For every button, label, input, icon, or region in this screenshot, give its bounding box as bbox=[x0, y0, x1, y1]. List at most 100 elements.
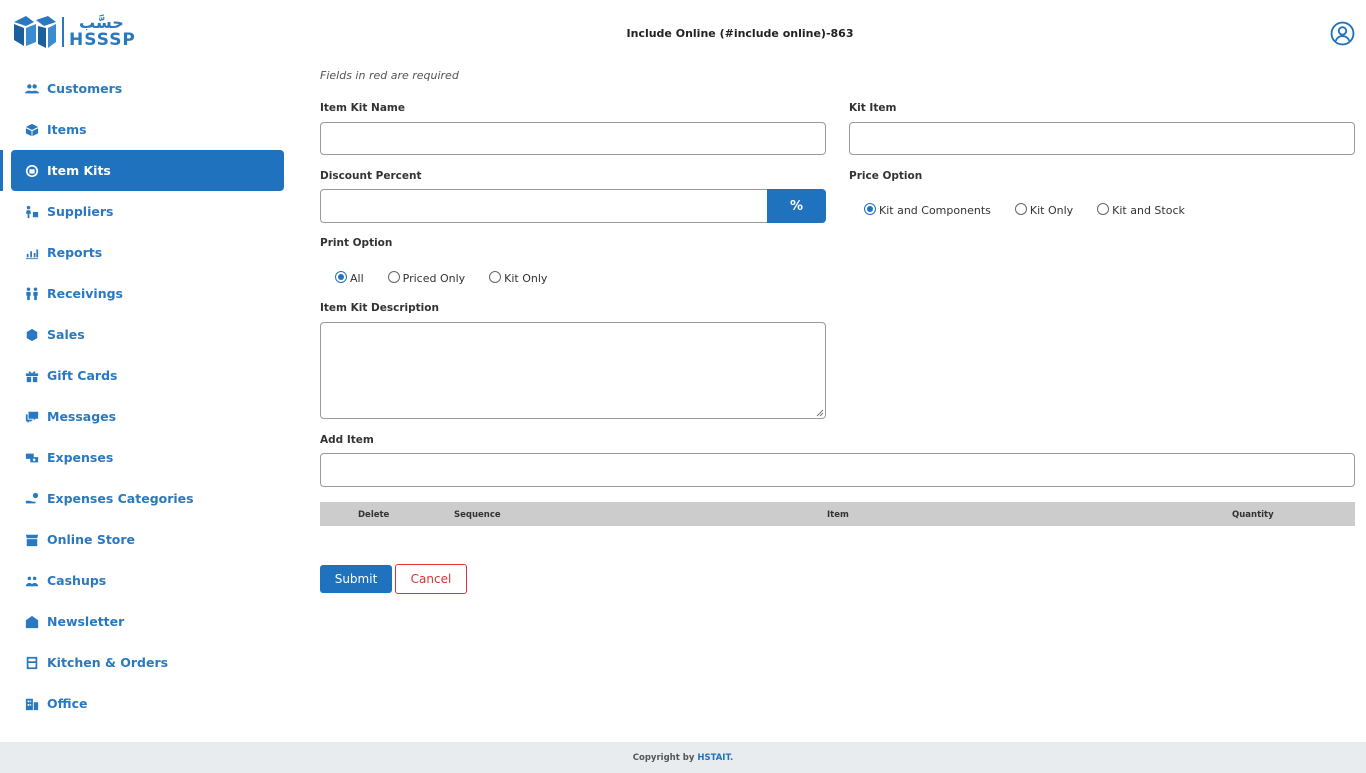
radio-button[interactable] bbox=[1097, 202, 1110, 215]
cancel-button[interactable]: Cancel bbox=[395, 564, 467, 594]
radio-button[interactable] bbox=[387, 270, 400, 283]
print-option-priced-only[interactable]: Priced Only bbox=[387, 270, 466, 285]
sidebar-item-gift-cards[interactable]: Gift Cards bbox=[0, 355, 290, 396]
chart-icon bbox=[25, 246, 39, 260]
sidebar-item-label: Kitchen & Orders bbox=[47, 655, 169, 670]
radio-label: Priced Only bbox=[402, 272, 466, 285]
supplier-icon bbox=[25, 205, 39, 219]
sidebar-item-label: Online Store bbox=[47, 532, 136, 547]
footer-copyright-text: Copyright by bbox=[632, 752, 695, 763]
radio-button[interactable] bbox=[335, 270, 347, 283]
print-option-label: Print Option bbox=[320, 237, 393, 249]
sidebar-item-item-kits[interactable]: Item Kits bbox=[0, 150, 284, 191]
active-indicator bbox=[0, 150, 3, 191]
radio-label: All bbox=[350, 272, 364, 285]
logo-separator bbox=[62, 17, 64, 47]
column-header-sequence: Sequence bbox=[454, 510, 501, 520]
logo-english: HSSSP bbox=[69, 30, 136, 50]
footer-brand-link[interactable]: HSTAIT. bbox=[697, 753, 733, 763]
discount-percent-input[interactable] bbox=[321, 190, 767, 222]
user-account-icon[interactable] bbox=[1330, 21, 1355, 46]
sidebar-item-label: Sales bbox=[47, 327, 85, 342]
required-hint: Fields in red are required bbox=[320, 69, 459, 82]
logo[interactable]: حسَّب HSSSP bbox=[12, 12, 142, 52]
sidebar-item-label: Reports bbox=[47, 245, 103, 260]
logo-arabic: حسَّب bbox=[79, 13, 124, 32]
column-header-delete: Delete bbox=[358, 510, 390, 520]
sidebar-item-label: Expenses bbox=[47, 450, 114, 465]
add-item-input[interactable] bbox=[321, 454, 1354, 486]
sidebar-item-sales[interactable]: Sales bbox=[0, 314, 290, 355]
price-option-kit-and-components[interactable]: Kit and Components bbox=[864, 202, 991, 217]
logo-mark-icon bbox=[14, 16, 56, 48]
price-option-kit-only[interactable]: Kit Only bbox=[1014, 202, 1074, 217]
radio-label: Kit Only bbox=[504, 272, 548, 285]
sidebar-item-kitchen-orders[interactable]: Kitchen & Orders bbox=[0, 642, 290, 683]
sidebar-item-newsletter[interactable]: Newsletter bbox=[0, 601, 290, 642]
radio-button[interactable] bbox=[489, 270, 502, 283]
cashups-icon bbox=[25, 574, 39, 588]
kit-item-label: Kit Item bbox=[849, 102, 897, 114]
app-root: حسَّب HSSSP Include Online (#include onl… bbox=[0, 0, 1366, 773]
gift-icon bbox=[25, 369, 39, 383]
sidebar-item-office[interactable]: Office bbox=[0, 683, 290, 724]
print-option-group: All Priced Only Kit Only bbox=[335, 270, 571, 285]
sidebar-item-label: Suppliers bbox=[47, 204, 114, 219]
kit-icon bbox=[25, 164, 39, 178]
sidebar-item-suppliers[interactable]: Suppliers bbox=[0, 191, 290, 232]
percent-addon: % bbox=[767, 189, 826, 223]
sidebar-item-label: Receivings bbox=[47, 286, 123, 301]
sales-icon bbox=[25, 328, 39, 342]
sidebar-item-label: Messages bbox=[47, 409, 117, 424]
discount-percent-label: Discount Percent bbox=[320, 170, 422, 182]
kitchen-icon bbox=[25, 656, 39, 670]
add-item-label: Add Item bbox=[320, 434, 374, 446]
print-option-kit-only[interactable]: Kit Only bbox=[489, 270, 548, 285]
sidebar-item-label: Gift Cards bbox=[47, 368, 118, 383]
sidebar-item-label: Expenses Categories bbox=[47, 491, 194, 506]
items-table-header: Delete Sequence Item Quantity bbox=[320, 502, 1355, 526]
description-field-wrapper bbox=[320, 322, 826, 419]
print-option-all[interactable]: All bbox=[335, 270, 364, 285]
sidebar-item-customers[interactable]: Customers bbox=[0, 68, 290, 109]
column-header-item: Item bbox=[827, 510, 849, 520]
users-icon bbox=[25, 82, 39, 96]
radio-button[interactable] bbox=[1014, 202, 1027, 215]
price-option-group: Kit and Components Kit Only Kit and Stoc… bbox=[864, 202, 1209, 217]
sidebar-item-expenses[interactable]: Expenses bbox=[0, 437, 290, 478]
sidebar: Customers Items Item Kits Suppliers Repo… bbox=[0, 68, 290, 724]
discount-field-wrapper bbox=[320, 189, 768, 223]
add-item-field-wrapper bbox=[320, 453, 1355, 487]
sidebar-item-expenses-categories[interactable]: Expenses Categories bbox=[0, 478, 290, 519]
footer: Copyright by HSTAIT. bbox=[0, 742, 1366, 773]
store-icon bbox=[25, 533, 39, 547]
sidebar-item-online-store[interactable]: Online Store bbox=[0, 519, 290, 560]
sidebar-item-label: Cashups bbox=[47, 573, 107, 588]
sidebar-item-label: Item Kits bbox=[47, 163, 111, 178]
kit-item-input[interactable] bbox=[850, 123, 1354, 154]
price-option-kit-and-stock[interactable]: Kit and Stock bbox=[1097, 202, 1185, 217]
item-kit-name-input[interactable] bbox=[321, 123, 825, 154]
sidebar-item-cashups[interactable]: Cashups bbox=[0, 560, 290, 601]
sidebar-item-label: Items bbox=[47, 122, 87, 137]
message-icon bbox=[25, 410, 39, 424]
price-option-label: Price Option bbox=[849, 170, 923, 182]
column-header-quantity: Quantity bbox=[1232, 510, 1274, 520]
sidebar-item-receivings[interactable]: Receivings bbox=[0, 273, 290, 314]
sidebar-item-items[interactable]: Items bbox=[0, 109, 290, 150]
submit-button[interactable]: Submit bbox=[320, 565, 392, 593]
people-icon bbox=[25, 286, 39, 301]
radio-label: Kit Only bbox=[1029, 204, 1074, 217]
radio-button[interactable] bbox=[864, 202, 876, 215]
hand-coin-icon bbox=[25, 492, 39, 506]
sidebar-item-messages[interactable]: Messages bbox=[0, 396, 290, 437]
sidebar-item-label: Customers bbox=[47, 81, 123, 96]
item-kit-name-label: Item Kit Name bbox=[320, 102, 405, 114]
sidebar-item-reports[interactable]: Reports bbox=[0, 232, 290, 273]
radio-label: Kit and Stock bbox=[1112, 204, 1185, 217]
newsletter-icon bbox=[25, 615, 39, 629]
item-kit-description-textarea[interactable] bbox=[321, 323, 825, 418]
resize-grip-icon[interactable] bbox=[816, 409, 824, 417]
sidebar-item-label: Office bbox=[47, 696, 88, 711]
logo-text: حسَّب HSSSP bbox=[69, 15, 136, 49]
